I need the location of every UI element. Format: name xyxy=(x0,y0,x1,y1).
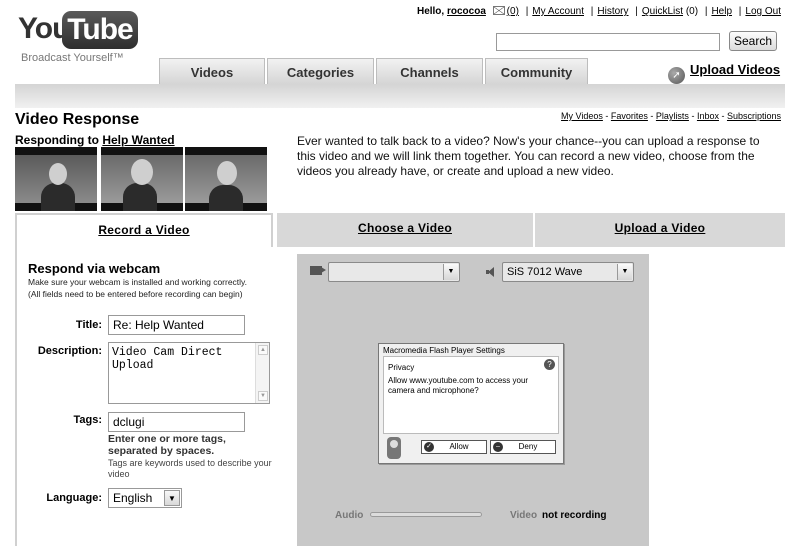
deny-icon: – xyxy=(493,442,503,452)
form-heading: Respond via webcam xyxy=(28,261,161,276)
help-link[interactable]: Help xyxy=(711,6,732,17)
greeting: Hello, xyxy=(416,6,445,17)
upload-arrow-icon: ➚ xyxy=(668,67,685,84)
language-label: Language: xyxy=(46,492,102,504)
allow-label: Allow xyxy=(449,442,469,451)
search-button[interactable]: Search xyxy=(729,31,777,51)
logout-link[interactable]: Log Out xyxy=(745,6,781,17)
scroll-down-icon[interactable]: ▼ xyxy=(258,391,268,401)
responding-prefix: Responding to xyxy=(15,133,99,147)
inbox-link[interactable]: Inbox xyxy=(697,111,719,121)
subscriptions-link[interactable]: Subscriptions xyxy=(727,111,781,121)
video-thumbnail[interactable] xyxy=(101,147,183,211)
logo-tube: Tube xyxy=(62,11,138,49)
description-scrollbar[interactable]: ▲ ▼ xyxy=(255,343,269,403)
mail-icon[interactable] xyxy=(492,6,505,15)
upload-videos-label: Upload Videos xyxy=(690,62,781,77)
webcam-icon xyxy=(387,437,401,459)
privacy-heading: Privacy xyxy=(388,363,415,372)
camera-icon xyxy=(310,266,322,275)
username-link[interactable]: rococoa xyxy=(447,6,486,17)
audio-level-meter xyxy=(370,512,482,517)
nav-band xyxy=(15,84,785,108)
speaker-icon xyxy=(486,267,496,277)
tab-record-video[interactable]: Record a Video xyxy=(15,213,273,247)
description-field[interactable]: Video Cam Direct Upload ▲ ▼ xyxy=(108,342,270,404)
tags-label: Tags: xyxy=(73,414,102,426)
favorites-link[interactable]: Favorites xyxy=(611,111,648,121)
tab-choose-video[interactable]: Choose a Video xyxy=(277,213,533,247)
responding-to: Responding to Help Wanted xyxy=(15,133,175,147)
tab-upload-video[interactable]: Upload a Video xyxy=(535,213,785,247)
history-link[interactable]: History xyxy=(597,6,628,17)
title-label: Title: xyxy=(75,319,102,331)
video-thumbnail[interactable] xyxy=(185,147,267,211)
tab-categories[interactable]: Categories xyxy=(267,58,374,84)
privacy-message: Allow www.youtube.com to access your cam… xyxy=(388,376,529,395)
tags-instructions: Enter one or more tags, separated by spa… xyxy=(108,433,226,457)
chevron-down-icon[interactable]: ▼ xyxy=(443,264,458,280)
intro-text: Ever wanted to talk back to a video? Now… xyxy=(297,134,760,178)
quicklist-count: (0) xyxy=(685,6,699,17)
video-thumbnail[interactable] xyxy=(15,147,97,211)
my-account-link[interactable]: My Account xyxy=(532,6,584,17)
original-video-link[interactable]: Help Wanted xyxy=(102,133,174,147)
sub-navigation: My Videos - Favorites - Playlists - Inbo… xyxy=(561,111,781,121)
webcam-recorder: ▼ SiS 7012 Wave ▼ Macromedia Flash Playe… xyxy=(297,254,649,546)
deny-button[interactable]: – Deny xyxy=(490,440,556,454)
description-label: Description: xyxy=(37,345,102,357)
chevron-down-icon[interactable]: ▼ xyxy=(164,490,180,506)
flash-privacy-panel: Privacy ? Allow www.youtube.com to acces… xyxy=(383,356,559,434)
language-value: English xyxy=(113,491,153,505)
required-fields-note: (All fields need to be entered before re… xyxy=(28,289,243,299)
quicklist-link[interactable]: QuickList xyxy=(642,6,683,17)
tab-upload-video-label: Upload a Video xyxy=(614,221,706,235)
allow-button[interactable]: ✓ Allow xyxy=(421,440,487,454)
tab-channels[interactable]: Channels xyxy=(376,58,483,84)
help-icon[interactable]: ? xyxy=(544,359,555,370)
tab-videos[interactable]: Videos xyxy=(159,58,265,84)
chevron-down-icon[interactable]: ▼ xyxy=(617,264,632,280)
logo-tagline: Broadcast Yourself™ xyxy=(21,52,124,64)
flash-dialog-title: Macromedia Flash Player Settings xyxy=(383,346,505,355)
tab-community[interactable]: Community xyxy=(485,58,588,84)
my-videos-link[interactable]: My Videos xyxy=(561,111,603,121)
deny-label: Deny xyxy=(518,442,538,451)
user-bar: Hello, rococoa (0) | My Account | History … xyxy=(416,6,781,17)
microphone-select[interactable]: SiS 7012 Wave ▼ xyxy=(502,262,634,282)
search-input[interactable] xyxy=(496,33,720,51)
tags-field[interactable] xyxy=(108,412,245,432)
playlists-link[interactable]: Playlists xyxy=(656,111,689,121)
webcam-note: Make sure your webcam is installed and w… xyxy=(28,277,248,287)
video-label: Video xyxy=(510,510,538,521)
tags-description: Tags are keywords used to describe your … xyxy=(108,458,272,479)
title-field[interactable] xyxy=(108,315,245,335)
description-text: Video Cam Direct Upload xyxy=(112,346,223,372)
inbox-count-link[interactable]: (0) xyxy=(507,6,519,17)
microphone-value: SiS 7012 Wave xyxy=(507,266,583,278)
upload-videos-link[interactable]: ➚ Upload Videos xyxy=(668,62,780,84)
camera-select[interactable]: ▼ xyxy=(328,262,460,282)
tab-record-video-label: Record a Video xyxy=(98,223,190,237)
page-title: Video Response xyxy=(15,111,140,128)
scroll-up-icon[interactable]: ▲ xyxy=(258,345,268,355)
check-icon: ✓ xyxy=(424,442,434,452)
recording-status: not recording xyxy=(542,510,607,521)
flash-settings-dialog: Macromedia Flash Player Settings Privacy… xyxy=(378,343,564,464)
audio-label: Audio xyxy=(335,510,364,521)
youtube-logo[interactable]: You Tube Broadcast Yourself™ xyxy=(18,8,138,66)
language-select[interactable]: English ▼ xyxy=(108,488,182,508)
tab-choose-video-label: Choose a Video xyxy=(357,221,452,235)
